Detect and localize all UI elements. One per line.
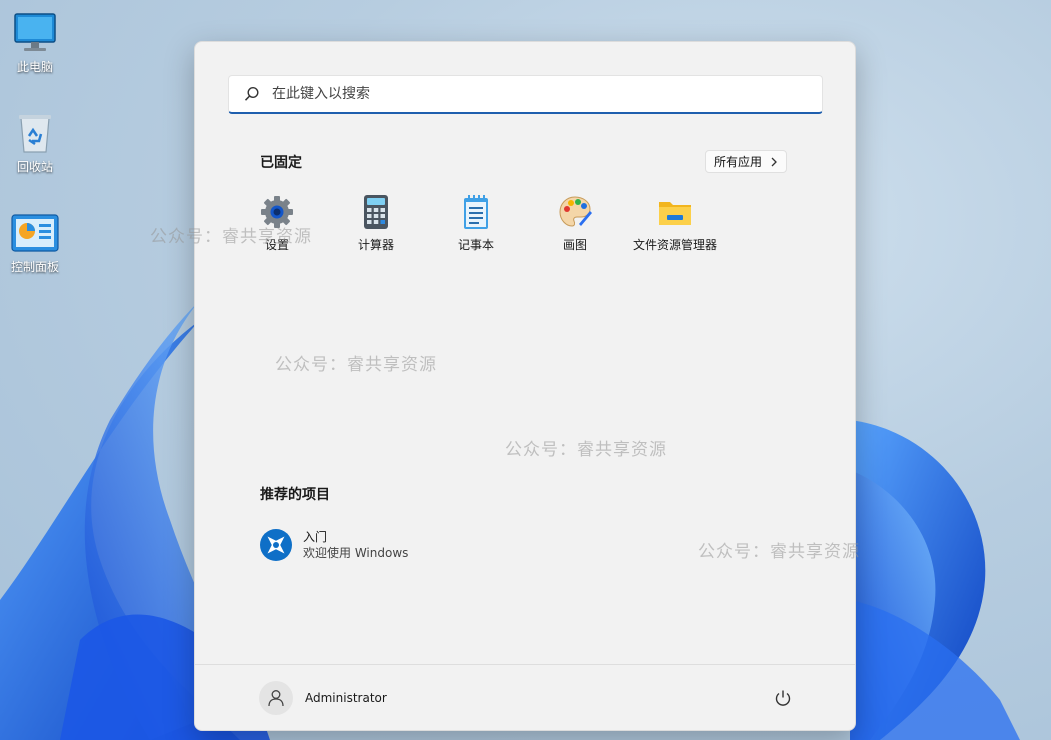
gear-icon (261, 196, 293, 228)
pinned-app-label: 文件资源管理器 (632, 238, 717, 252)
user-account-button[interactable]: Administrator (259, 681, 387, 715)
all-apps-button[interactable]: 所有应用 (705, 150, 788, 173)
pinned-app-label: 记事本 (457, 238, 494, 252)
start-menu: 已固定 所有应用 设置 (194, 41, 856, 731)
desktop-icon-label: 回收站 (16, 160, 53, 174)
user-icon (268, 690, 284, 707)
desktop-icon-recycle-bin[interactable]: 回收站 (4, 112, 66, 175)
avatar (259, 681, 293, 715)
recycle-bin-icon (19, 115, 51, 153)
notepad-icon (464, 195, 488, 229)
desktop-icon-label: 控制面板 (10, 260, 59, 274)
folder-icon (659, 202, 691, 225)
power-icon (775, 690, 791, 706)
pinned-app-file-explorer[interactable]: 文件资源管理器 (625, 194, 725, 253)
desktop-icon-this-pc[interactable]: 此电脑 (4, 12, 66, 75)
get-started-icon (260, 529, 292, 561)
pinned-section-title: 已固定 (260, 155, 302, 171)
power-button[interactable] (771, 686, 795, 710)
paint-palette-icon (559, 196, 592, 227)
recommended-item-get-started[interactable]: 入门 欢迎使用 Windows (259, 528, 408, 562)
recommended-item-title: 入门 (303, 530, 328, 544)
pinned-app-label: 画图 (562, 238, 587, 252)
pinned-app-paint[interactable]: 画图 (525, 194, 625, 253)
user-name: Administrator (305, 691, 387, 705)
search-box[interactable] (228, 75, 823, 114)
start-menu-footer: Administrator (195, 664, 855, 730)
monitor-icon (14, 13, 56, 51)
search-icon (244, 86, 259, 101)
all-apps-label: 所有应用 (714, 155, 763, 169)
search-input[interactable] (270, 85, 794, 103)
recommended-section-title: 推荐的项目 (260, 487, 330, 503)
pinned-app-label: 计算器 (357, 238, 394, 252)
pinned-app-calculator[interactable]: 计算器 (326, 194, 426, 253)
desktop-icon-control-panel[interactable]: 控制面板 (4, 214, 66, 275)
chevron-right-icon (771, 157, 777, 166)
pinned-app-settings[interactable]: 设置 (227, 194, 327, 253)
recommended-item-subtitle: 欢迎使用 Windows (303, 546, 409, 560)
calculator-icon (364, 195, 388, 229)
pinned-app-label: 设置 (264, 238, 289, 252)
control-panel-icon (11, 214, 59, 252)
pinned-app-notepad[interactable]: 记事本 (426, 194, 526, 253)
desktop-icon-label: 此电脑 (16, 60, 53, 74)
